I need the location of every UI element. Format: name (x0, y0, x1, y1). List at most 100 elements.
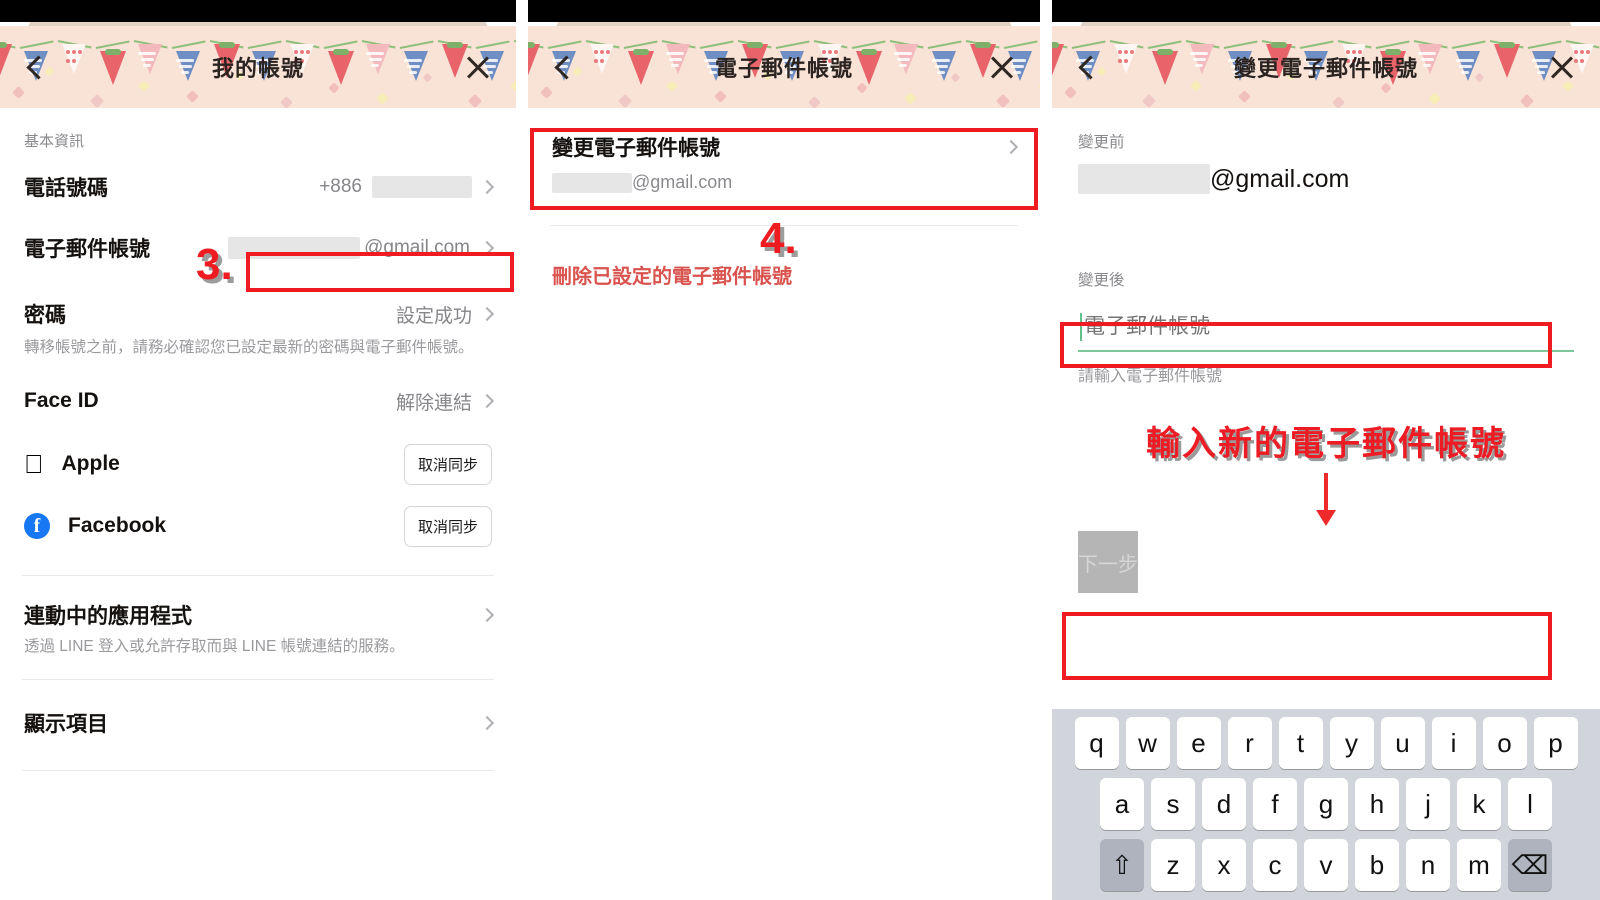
shift-key[interactable]: ⇧ (1100, 839, 1144, 891)
email-domain: @gmail.com (364, 237, 470, 258)
apple-logo-icon:  (24, 451, 44, 477)
row-faceid-value: 解除連結 (395, 388, 495, 415)
chevron-right-icon (479, 179, 495, 195)
key-p[interactable]: p (1533, 717, 1578, 769)
row-email-account[interactable]: 電子郵件帳號 @gmail.com (0, 217, 516, 279)
close-button[interactable] (456, 26, 500, 108)
row-email-label: 電子郵件帳號 (24, 238, 150, 261)
close-button[interactable] (1540, 26, 1584, 108)
account-content: 基本資訊 電話號碼 +886 電子郵件帳號 @gmail.com 密碼 設定成功… (0, 108, 516, 900)
key-c[interactable]: c (1253, 839, 1297, 891)
email-redaction (1078, 164, 1210, 194)
key-a[interactable]: a (1100, 778, 1144, 830)
status-bar (1052, 0, 1600, 22)
key-u[interactable]: u (1380, 717, 1425, 769)
backspace-key[interactable]: ⌫ (1508, 839, 1552, 891)
key-t[interactable]: t (1278, 717, 1323, 769)
key-r[interactable]: r (1227, 717, 1272, 769)
key-w[interactable]: w (1125, 717, 1170, 769)
row-password-value: 設定成功 (395, 301, 495, 328)
screenshot-stage: 我的帳號 基本資訊 電話號碼 +886 電子郵件帳號 @gmail.com 密碼… (0, 0, 1600, 900)
key-s[interactable]: s (1151, 778, 1195, 830)
display-items-label: 顯示項目 (24, 712, 108, 736)
down-arrow-icon (1316, 473, 1336, 526)
row-linked-apps[interactable]: 連動中的應用程式 (0, 596, 516, 634)
key-q[interactable]: q (1074, 717, 1119, 769)
change-email-content: 變更前 @gmail.com 變更後 請輸入電子郵件帳號 輸入新的電子郵件帳號 … (1052, 108, 1600, 900)
row-phone-label: 電話號碼 (24, 177, 108, 200)
key-k[interactable]: k (1457, 778, 1501, 830)
key-m[interactable]: m (1457, 839, 1501, 891)
close-icon (1548, 53, 1576, 81)
key-o[interactable]: o (1482, 717, 1527, 769)
close-icon (464, 53, 492, 81)
annotation-enter-new-email: 輸入新的電子郵件帳號 (1146, 425, 1506, 463)
key-i[interactable]: i (1431, 717, 1476, 769)
key-z[interactable]: z (1151, 839, 1195, 891)
key-v[interactable]: v (1304, 839, 1348, 891)
linked-apps-label: 連動中的應用程式 (24, 605, 192, 629)
chevron-right-icon (479, 240, 495, 256)
row-faceid-label: Face ID (24, 389, 99, 413)
row-phone-number[interactable]: 電話號碼 +886 (0, 157, 516, 217)
key-l[interactable]: l (1508, 778, 1552, 830)
linked-apps-helper: 透過 LINE 登入或允許存取而與 LINE 帳號連結的服務。 (24, 638, 405, 656)
facebook-unsync-button[interactable]: 取消同步 (403, 505, 492, 547)
chevron-right-icon (479, 608, 495, 623)
close-button[interactable] (980, 26, 1024, 108)
row-display-items[interactable]: 顯示項目 (0, 704, 516, 742)
key-g[interactable]: g (1304, 778, 1348, 830)
status-bar (528, 0, 1040, 22)
key-d[interactable]: d (1202, 778, 1246, 830)
after-label: 變更後 (1078, 272, 1125, 289)
row-password-label: 密碼 (24, 304, 66, 327)
apple-unsync-button[interactable]: 取消同步 (403, 443, 492, 485)
facebook-logo-icon: f (24, 513, 50, 540)
key-b[interactable]: b (1355, 839, 1399, 891)
row-change-email[interactable]: 變更電子郵件帳號 @gmail.com (528, 116, 1040, 211)
panel-my-account: 我的帳號 基本資訊 電話號碼 +886 電子郵件帳號 @gmail.com 密碼… (0, 0, 516, 900)
divider (22, 769, 494, 771)
key-j[interactable]: j (1406, 778, 1450, 830)
panel-change-email: 變更電子郵件帳號 變更前 @gmail.com 變更後 請輸入電子郵件帳號 輸入… (1052, 0, 1600, 900)
password-helper-text: 轉移帳號之前，請務必確認您已設定最新的密碼與電子郵件帳號。 (24, 339, 474, 356)
phone-redaction (372, 176, 472, 198)
change-email-current-value: @gmail.com (552, 172, 1016, 194)
phone-country-code: +886 (319, 176, 362, 197)
keyboard-row: ⇧ z x c v b n m ⌫ (1052, 839, 1600, 891)
row-password[interactable]: 密碼 設定成功 (0, 293, 516, 335)
faceid-status: 解除連結 (395, 392, 472, 414)
onscreen-keyboard: q w e r t y u i o p a s d f g h j k l ⇧ z x c v b n m ⌫ (1052, 709, 1600, 900)
chevron-right-icon (479, 715, 495, 731)
panel-email-account: 電子郵件帳號 變更電子郵件帳號 @gmail.com 刪除已設定的電子郵件帳號 (528, 0, 1040, 900)
row-email-value: @gmail.com (228, 237, 495, 259)
row-facebook: f Facebook 取消同步 (0, 495, 516, 557)
new-email-input-wrap (1078, 304, 1574, 350)
key-y[interactable]: y (1329, 717, 1374, 769)
email-domain: @gmail.com (1210, 164, 1350, 193)
row-apple:  Apple 取消同步 (0, 433, 516, 495)
email-redaction (228, 237, 361, 259)
next-step-button[interactable]: 下一步 (1078, 531, 1138, 593)
password-status: 設定成功 (395, 305, 472, 327)
before-label: 變更前 (1078, 134, 1125, 151)
new-email-input[interactable] (1078, 304, 1574, 350)
row-face-id[interactable]: Face ID 解除連結 (0, 379, 516, 423)
keyboard-row: qwertyuiop (1052, 717, 1600, 769)
facebook-label: Facebook (68, 514, 167, 538)
key-h[interactable]: h (1355, 778, 1399, 830)
chevron-right-icon (1003, 139, 1019, 155)
step-4-annotation: 4. (760, 214, 797, 263)
change-email-label: 變更電子郵件帳號 (552, 137, 720, 160)
page-title: 電子郵件帳號 (714, 56, 853, 81)
key-f[interactable]: f (1253, 778, 1297, 830)
new-email-hint: 請輸入電子郵件帳號 (1078, 368, 1223, 385)
page-title: 變更電子郵件帳號 (1233, 56, 1418, 81)
before-value: @gmail.com (1052, 152, 1600, 194)
key-e[interactable]: e (1176, 717, 1221, 769)
email-domain: @gmail.com (632, 172, 733, 192)
key-x[interactable]: x (1202, 839, 1246, 891)
key-n[interactable]: n (1406, 839, 1450, 891)
row-phone-value: +886 (319, 176, 495, 198)
page-title: 我的帳號 (211, 56, 304, 81)
